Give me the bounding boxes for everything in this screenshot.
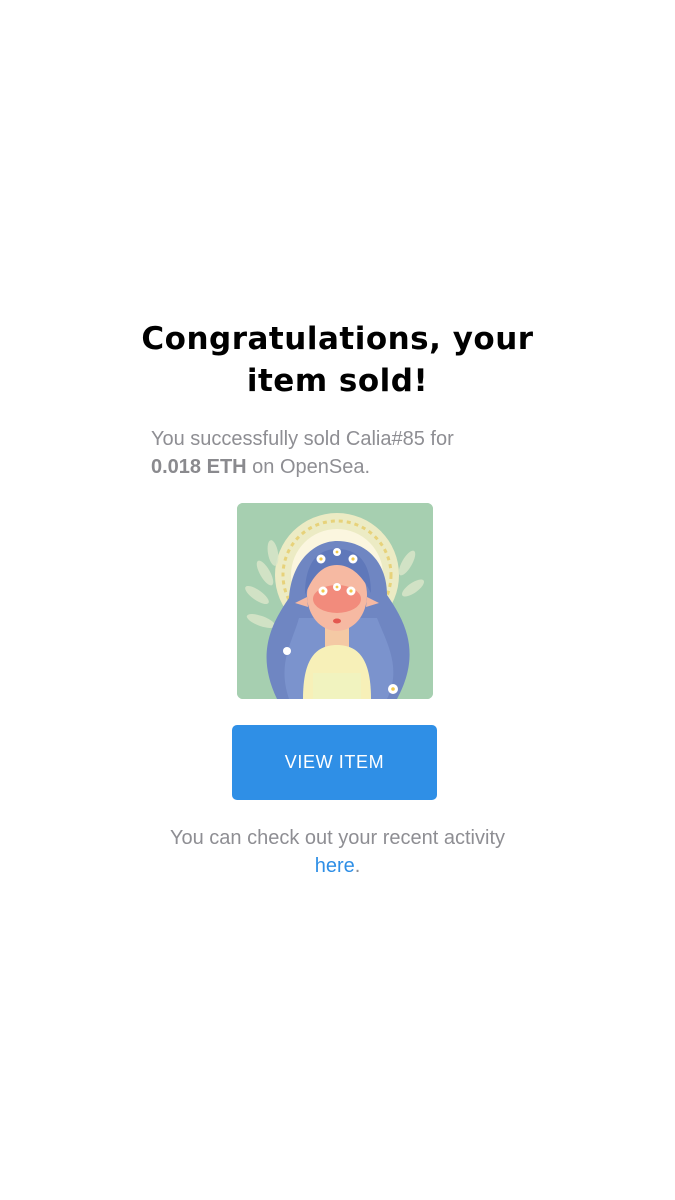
recent-activity-text: You can check out your recent activity bbox=[170, 827, 505, 849]
title-line-1: Congratulations, your bbox=[141, 321, 534, 357]
sale-message-suffix: on OpenSea. bbox=[252, 456, 371, 478]
nft-illustration bbox=[237, 503, 433, 699]
nft-artwork-image bbox=[237, 503, 433, 699]
view-item-button[interactable]: VIEW ITEM bbox=[232, 725, 437, 800]
sale-price: 0.018 ETH bbox=[151, 456, 247, 478]
sale-message: You successfully sold Calia#85 for 0.018… bbox=[151, 425, 531, 481]
recent-activity-link[interactable]: here bbox=[315, 855, 355, 877]
footer-period: . bbox=[354, 855, 361, 877]
recent-activity-note: You can check out your recent activity h… bbox=[0, 824, 675, 880]
page-title: Congratulations, your item sold! bbox=[0, 318, 675, 402]
sale-message-prefix: You successfully sold Calia#85 for bbox=[151, 428, 454, 450]
title-line-2: item sold! bbox=[246, 363, 429, 399]
